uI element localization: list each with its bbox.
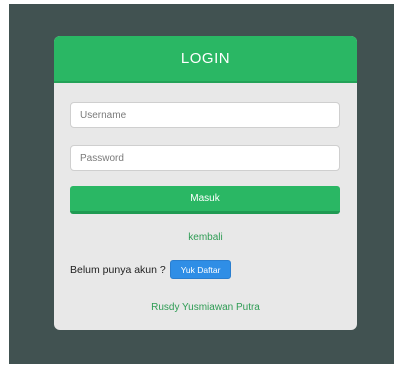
signup-button[interactable]: Yuk Daftar <box>169 260 232 279</box>
login-title: LOGIN <box>180 50 231 67</box>
login-card: LOGIN Masuk kembali Belum punya akun ? Y… <box>54 36 357 330</box>
signup-prompt: Belum punya akun ? <box>70 263 166 276</box>
login-header: LOGIN <box>54 36 357 83</box>
login-submit-button[interactable]: Masuk <box>70 186 340 214</box>
signup-row: Belum punya akun ? Yuk Daftar <box>70 260 232 279</box>
back-link[interactable]: kembali <box>54 232 357 243</box>
footer-credit: Rusdy Yusmiawan Putra <box>151 302 260 313</box>
password-input[interactable] <box>70 145 340 171</box>
username-input[interactable] <box>70 102 340 128</box>
